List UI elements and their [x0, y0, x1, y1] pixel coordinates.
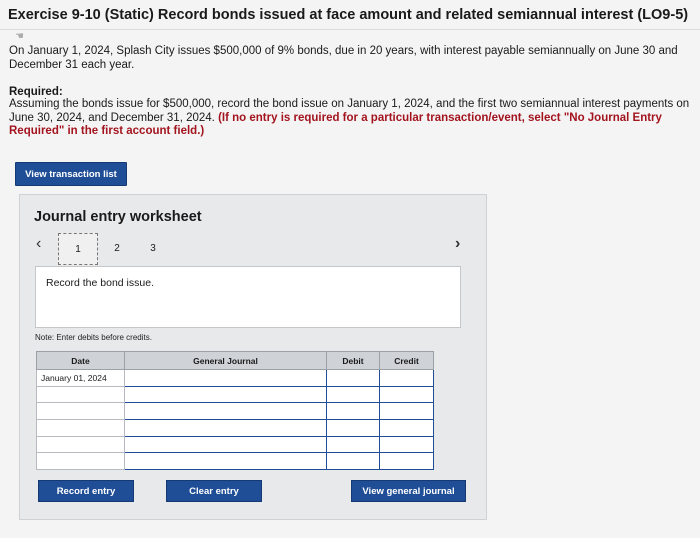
table-row	[36, 452, 434, 470]
account-input[interactable]	[124, 369, 327, 387]
debit-input[interactable]	[326, 385, 380, 404]
record-entry-button[interactable]: Record entry	[38, 480, 134, 502]
date-cell	[36, 418, 125, 437]
instruction-text: Record the bond issue.	[46, 277, 154, 289]
account-input[interactable]	[124, 452, 327, 470]
tab-3[interactable]: 3	[142, 233, 164, 263]
header-credit: Credit	[379, 351, 434, 370]
credit-input[interactable]	[379, 402, 434, 420]
chevron-right-icon[interactable]: ›	[455, 235, 460, 253]
date-cell: January 01, 2024	[36, 369, 125, 387]
debit-input[interactable]	[326, 435, 380, 454]
worksheet-title: Journal entry worksheet	[34, 209, 202, 225]
tab-2[interactable]: 2	[106, 233, 128, 263]
date-cell	[36, 385, 125, 404]
table-row	[36, 418, 434, 437]
journal-entry-worksheet: Journal entry worksheet ‹ 1 2 3 › Record…	[19, 194, 487, 520]
table-row: January 01, 2024	[36, 369, 434, 387]
table-row	[36, 402, 434, 420]
journal-header-row: Date General Journal Debit Credit	[36, 351, 434, 370]
table-row	[36, 385, 434, 404]
header-debit: Debit	[326, 351, 380, 370]
debit-input[interactable]	[326, 402, 380, 420]
account-input[interactable]	[124, 402, 327, 420]
debit-input[interactable]	[326, 418, 380, 437]
debit-input[interactable]	[326, 452, 380, 470]
credit-input[interactable]	[379, 369, 434, 387]
credit-input[interactable]	[379, 435, 434, 454]
instruction-box: Record the bond issue.	[35, 266, 461, 328]
page: Exercise 9-10 (Static) Record bonds issu…	[0, 0, 700, 538]
clear-entry-button[interactable]: Clear entry	[166, 480, 262, 502]
account-input[interactable]	[124, 435, 327, 454]
debit-input[interactable]	[326, 369, 380, 387]
table-row	[36, 435, 434, 454]
account-input[interactable]	[124, 385, 327, 404]
intro-text: On January 1, 2024, Splash City issues $…	[9, 45, 678, 71]
header-date: Date	[36, 351, 125, 370]
cursor-icon: ☚	[15, 31, 24, 42]
date-cell	[36, 435, 125, 454]
chevron-left-icon[interactable]: ‹	[36, 235, 41, 253]
required-heading: Required:	[9, 86, 63, 98]
account-input[interactable]	[124, 418, 327, 437]
view-transaction-list-button[interactable]: View transaction list	[15, 162, 127, 186]
view-general-journal-button[interactable]: View general journal	[351, 480, 466, 502]
credit-input[interactable]	[379, 452, 434, 470]
date-cell	[36, 402, 125, 420]
journal-table: Date General Journal Debit Credit Januar…	[36, 351, 434, 470]
header-general-journal: General Journal	[124, 351, 327, 370]
date-cell	[36, 452, 125, 470]
exercise-title: Exercise 9-10 (Static) Record bonds issu…	[0, 0, 700, 30]
credit-input[interactable]	[379, 418, 434, 437]
credit-input[interactable]	[379, 385, 434, 404]
note-text: Note: Enter debits before credits.	[35, 333, 152, 342]
required-body: Assuming the bonds issue for $500,000, r…	[9, 98, 697, 139]
tab-1[interactable]: 1	[58, 233, 98, 265]
